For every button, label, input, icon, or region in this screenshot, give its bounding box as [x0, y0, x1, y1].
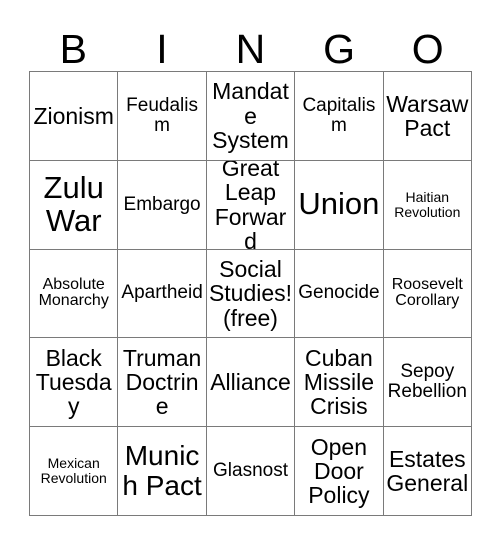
bingo-cell-label: Haitian Revolution: [394, 188, 461, 220]
bingo-cell[interactable]: Feudalism: [118, 72, 207, 161]
bingo-cell[interactable]: Warsaw Pact: [383, 72, 472, 161]
bingo-cell-label: Roosevelt Corollary: [391, 275, 463, 310]
bingo-cell-label: Munich Pact: [122, 440, 202, 502]
bingo-cell[interactable]: Black Tuesday: [30, 338, 119, 428]
bingo-cell[interactable]: Zionism: [30, 72, 119, 161]
bingo-cell-label: Zulu War: [43, 169, 104, 238]
bingo-cell-label: Mexican Revolution: [40, 455, 107, 487]
bingo-cell[interactable]: Zulu War: [30, 160, 119, 250]
bingo-header-letter-3: G: [323, 26, 356, 72]
bingo-header-letter-0: B: [59, 26, 87, 72]
bingo-cell[interactable]: Union: [295, 160, 384, 250]
bingo-cell[interactable]: Estates General: [383, 427, 472, 516]
bingo-cell[interactable]: Truman Doctrine: [118, 338, 207, 428]
bingo-cell-label: Alliance: [210, 369, 291, 396]
bingo-cell-label: Open Door Policy: [308, 433, 370, 509]
bingo-header-letter-2: N: [235, 26, 266, 72]
bingo-card: B I N G O Zionism Feudalism Mandate System Capi…: [0, 0, 500, 544]
bingo-cell[interactable]: Open Door Policy: [295, 427, 384, 516]
bingo-grid: Zionism Feudalism Mandate System Capitalism…: [29, 71, 472, 516]
bingo-cell-label: Estates General: [386, 445, 469, 497]
bingo-header-letter-4: O: [411, 26, 444, 72]
bingo-cell[interactable]: Glasnost: [206, 427, 296, 516]
bingo-cell-label: Zionism: [33, 102, 114, 129]
bingo-cell[interactable]: Capitalism: [295, 72, 384, 161]
bingo-cell[interactable]: Absolute Monarchy: [30, 249, 119, 339]
bingo-cell-label: Embargo: [123, 193, 201, 215]
bingo-cell-label: Feudalism: [126, 94, 198, 136]
bingo-cell[interactable]: Roosevelt Corollary: [383, 249, 472, 339]
bingo-cell[interactable]: Apartheid: [118, 249, 207, 339]
bingo-cell-label: Black Tuesday: [35, 344, 112, 420]
bingo-cell[interactable]: Alliance: [206, 338, 296, 428]
bingo-cell[interactable]: Mexican Revolution: [30, 427, 119, 516]
bingo-cell-label: Union: [298, 186, 380, 222]
bingo-cell-label: Great Leap Forward: [214, 160, 287, 250]
bingo-cell-label: Absolute Monarchy: [38, 275, 109, 310]
bingo-cell-label: Cuban Missile Crisis: [303, 344, 375, 420]
bingo-cell-label: Warsaw Pact: [386, 90, 469, 141]
bingo-cell-label: Apartheid: [121, 282, 203, 304]
bingo-header-letter-1: I: [156, 26, 168, 72]
bingo-free-space-cell[interactable]: Social Studies! (free): [206, 249, 296, 339]
bingo-cell[interactable]: Sepoy Rebellion: [383, 338, 472, 428]
bingo-cell-label: Glasnost: [213, 460, 288, 482]
bingo-cell[interactable]: Haitian Revolution: [383, 160, 472, 250]
bingo-cell-label: Sepoy Rebellion: [387, 361, 467, 403]
bingo-cell-label: Capitalism: [302, 94, 376, 136]
bingo-cell[interactable]: Cuban Missile Crisis: [295, 338, 384, 428]
bingo-cell-label: Mandate System: [212, 78, 289, 154]
bingo-cell-label: Genocide: [298, 282, 380, 304]
bingo-cell[interactable]: Embargo: [118, 160, 207, 250]
bingo-cell[interactable]: Genocide: [295, 249, 384, 339]
bingo-header: BINGO: [29, 14, 472, 70]
bingo-cell[interactable]: Munich Pact: [118, 427, 207, 516]
bingo-cell-label: Truman Doctrine: [122, 344, 202, 420]
bingo-cell[interactable]: Great Leap Forward: [206, 160, 296, 250]
bingo-cell-label: Social Studies! (free): [208, 255, 293, 331]
bingo-cell[interactable]: Mandate System: [206, 72, 296, 161]
